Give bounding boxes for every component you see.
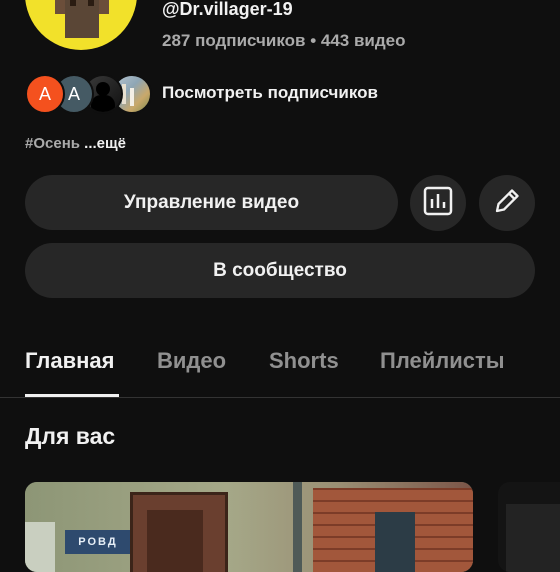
avatar-figure-eye (88, 0, 94, 6)
analytics-icon (422, 185, 454, 222)
video-thumbnail[interactable]: РОВД (25, 482, 473, 572)
thumbnail-scene (506, 504, 560, 572)
subscriber-initial: A (38, 83, 51, 104)
manage-videos-label: Управление видео (123, 191, 300, 213)
channel-stats: 287 подписчиков • 443 видео (162, 31, 406, 50)
thumbnail-window (375, 512, 415, 572)
more-link[interactable]: ...ещё (84, 135, 126, 152)
thumbnail-scene-object (25, 522, 55, 572)
subscriber-avatar[interactable]: A (25, 74, 65, 114)
silhouette-head (96, 82, 110, 96)
subscriber-initial: A (67, 83, 80, 104)
avatar-figure-eye (70, 0, 76, 6)
edit-channel-button[interactable] (479, 175, 535, 231)
pencil-icon (491, 185, 523, 222)
tab-videos[interactable]: Видео (157, 348, 226, 374)
thumbnail-pipe (293, 482, 302, 572)
hashtag-link[interactable]: #Осень (25, 135, 80, 152)
tab-home[interactable]: Главная (25, 348, 114, 374)
view-subscribers-link[interactable]: Посмотреть подписчиков (162, 83, 378, 103)
thumbnail-sign: РОВД (65, 530, 131, 554)
thumbnail-doorway (147, 510, 203, 572)
section-title: Для вас (25, 423, 116, 449)
channel-tabs: Главная Видео Shorts Плейлисты (25, 348, 560, 398)
community-button[interactable]: В сообщество (25, 243, 535, 298)
tab-playlists[interactable]: Плейлисты (380, 348, 505, 374)
manage-videos-button[interactable]: Управление видео (25, 175, 398, 230)
silhouette-body (91, 95, 115, 112)
tabs-divider (0, 397, 560, 398)
tab-shorts[interactable]: Shorts (269, 348, 339, 374)
video-thumbnail[interactable] (498, 482, 560, 572)
channel-handle: @Dr.villager-19 (162, 0, 293, 19)
analytics-button[interactable] (410, 175, 466, 231)
community-label: В сообщество (213, 259, 347, 281)
channel-description: #Осень ...ещё (25, 135, 126, 152)
avatar-photo-detail (130, 88, 134, 106)
channel-avatar[interactable] (25, 0, 137, 50)
